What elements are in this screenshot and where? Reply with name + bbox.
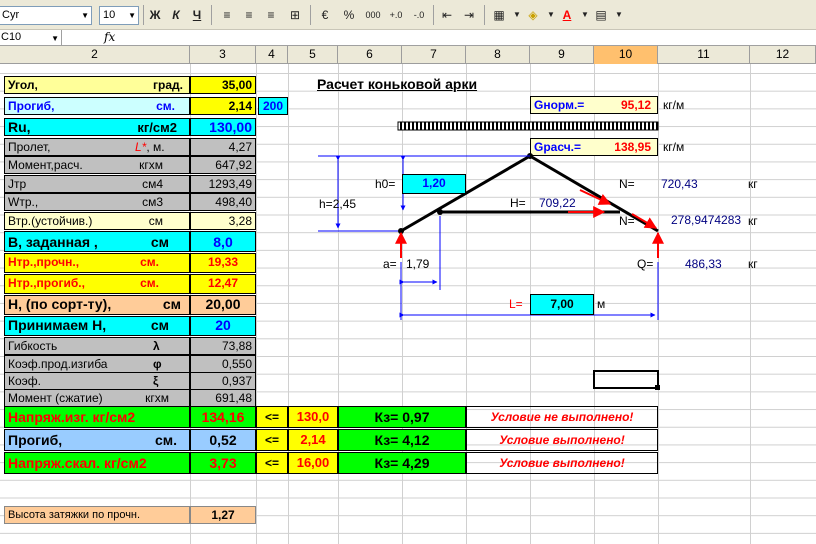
h-height-value: 2,45: [332, 197, 357, 211]
h0-value[interactable]: 1,20: [402, 174, 466, 194]
N2-unit: кг: [748, 214, 758, 228]
N2-value: 278,9474283: [671, 213, 742, 227]
load-hatch: [397, 121, 659, 131]
Q-unit: кг: [748, 257, 758, 271]
a-value: 1,79: [406, 257, 430, 271]
H-force-label: H=: [510, 196, 526, 210]
L-unit: м: [597, 297, 606, 311]
h-height-label: h=: [319, 197, 333, 211]
fill-handle[interactable]: [655, 385, 660, 390]
N1-value: 720,43: [661, 177, 698, 191]
h-height-cell: h=2,45: [316, 196, 376, 214]
active-cell-c10[interactable]: [593, 370, 659, 389]
tie-node: [437, 209, 443, 215]
Q-value: 486,33: [685, 257, 722, 271]
L-value[interactable]: 7,00: [530, 294, 594, 315]
h0-label: h0=: [375, 177, 396, 191]
Q-label: Q=: [637, 257, 654, 271]
N1-label: N=: [619, 177, 635, 191]
N2-label: N=: [619, 214, 635, 228]
H-force-value: 709,22: [539, 196, 576, 210]
L-label: L=: [509, 297, 523, 311]
a-label: a=: [383, 257, 397, 271]
N1-unit: кг: [748, 177, 758, 191]
